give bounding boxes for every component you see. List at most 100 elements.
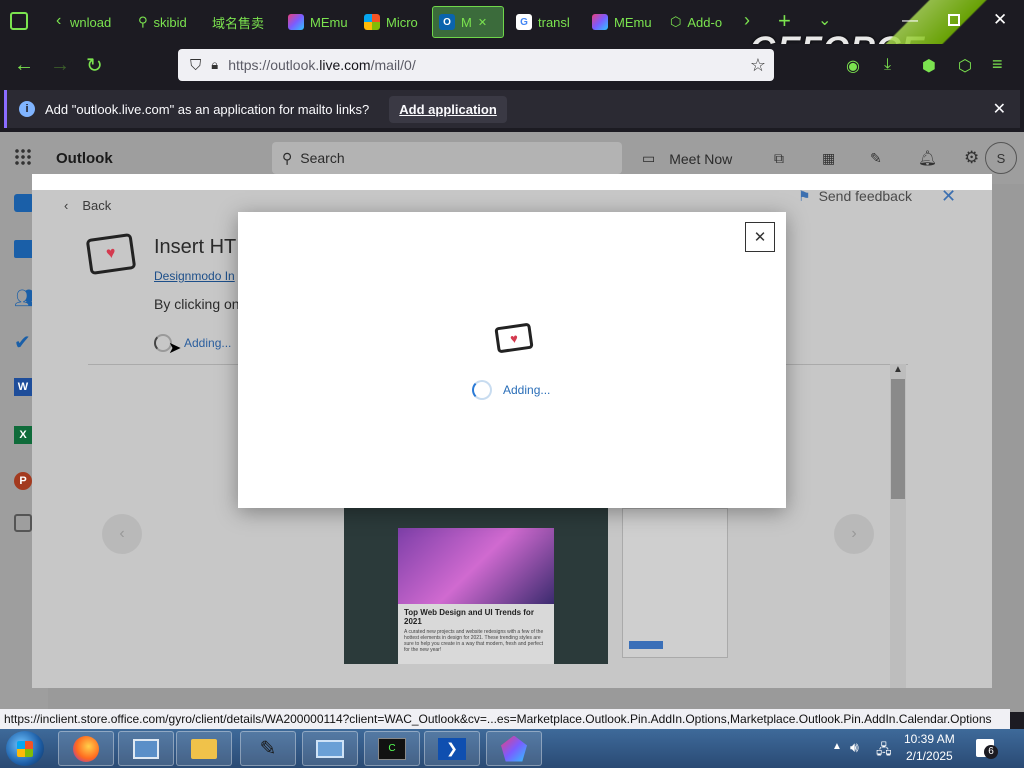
info-icon: i	[19, 101, 35, 117]
bell-icon[interactable]: 🔔︎	[918, 149, 937, 167]
excel-app-icon[interactable]: X	[14, 426, 32, 444]
menu-icon[interactable]: ≡	[992, 54, 1003, 75]
bookmark-star-icon[interactable]: ☆	[750, 55, 766, 76]
google-icon: G	[516, 14, 532, 30]
todo-icon[interactable]: ✔	[14, 330, 31, 355]
firefox-icon	[73, 735, 99, 762]
taskbar-terminal[interactable]: C	[364, 731, 420, 766]
mail-icon[interactable]	[14, 194, 34, 212]
adding-status-text: Adding...	[184, 336, 232, 350]
powerpoint-icon[interactable]: P	[14, 472, 32, 490]
addin-title: Insert HTI	[154, 236, 242, 258]
back-button[interactable]: ‹ Back	[64, 198, 111, 213]
network-icon[interactable]: 🖧	[876, 739, 892, 763]
modal-adding-text: Adding...	[503, 383, 551, 397]
avatar[interactable]: S	[985, 142, 1017, 174]
publisher-link[interactable]: Designmodo In	[154, 269, 235, 283]
app-launcher-icon[interactable]	[14, 148, 32, 166]
taskbar-memu[interactable]	[486, 731, 542, 766]
close-window-button[interactable]: ✕	[993, 10, 1007, 30]
feedback-icon: ⚑	[798, 188, 811, 204]
taskbar-firefox[interactable]	[58, 731, 114, 766]
scrollbar-track[interactable]: ▲	[890, 364, 906, 688]
reload-icon[interactable]: ↻	[86, 53, 103, 78]
chevron-left-icon[interactable]: ‹	[56, 12, 61, 30]
consent-text: By clicking on	[154, 296, 240, 312]
taskbar-window-app[interactable]	[302, 731, 358, 766]
browser-tab-bar: ‹ wnload ⚲ skibid 域名售卖 MEmu Micro O M ✕ …	[0, 0, 1024, 88]
more-apps-icon[interactable]	[14, 514, 32, 532]
preview-image	[398, 528, 554, 604]
adding-modal-dialog: ✕ ♥ Adding...	[238, 212, 786, 508]
chevron-left-icon: ‹	[64, 198, 69, 213]
minimize-button[interactable]: —	[902, 12, 918, 30]
windows-taskbar: ✎ C ❯ ▲ 🔊︎ 🖧 10:39 AM 2/1/2025 6	[0, 729, 1024, 768]
show-hidden-icons-icon[interactable]: ▲	[832, 741, 842, 752]
shield-icon[interactable]: ⛉	[190, 57, 201, 74]
clock-date[interactable]: 2/1/2025	[906, 749, 953, 763]
tab-memu-1[interactable]: MEmu	[282, 6, 348, 38]
close-notification-icon[interactable]: ✕	[993, 99, 1006, 119]
search-box[interactable]: ⚲ Search	[272, 142, 622, 174]
volume-icon[interactable]: 🔊︎	[850, 739, 859, 756]
calendar-icon[interactable]	[14, 240, 34, 258]
extension-icon[interactable]: ⬢	[922, 56, 936, 76]
back-arrow-icon[interactable]: ←	[14, 54, 34, 77]
taskbar-computer[interactable]	[118, 731, 174, 766]
preview-body: A curated new projects and website redes…	[404, 629, 544, 653]
taskbar-explorer[interactable]	[176, 731, 232, 766]
windows-logo-icon	[17, 740, 33, 757]
adding-spinner-icon	[472, 380, 492, 400]
taskbar-pen-app[interactable]: ✎	[240, 731, 296, 766]
word-icon[interactable]: W	[14, 378, 32, 396]
teams-icon[interactable]: ⧉	[774, 150, 784, 167]
meet-now-button[interactable]: ▭ Meet Now	[642, 150, 732, 167]
add-application-button[interactable]: Add application	[389, 95, 507, 123]
tab-overview-icon[interactable]	[10, 12, 28, 30]
maximize-button[interactable]	[948, 14, 960, 26]
forward-arrow-icon[interactable]: →	[50, 54, 70, 77]
tab-close-icon[interactable]: ✕	[478, 16, 487, 29]
tab-memu-2[interactable]: MEmu	[586, 6, 652, 38]
link-status-bar: https://inclient.store.office.com/gyro/c…	[0, 709, 1010, 729]
tab-addons[interactable]: ⬡ Add-o	[664, 6, 736, 38]
start-button[interactable]	[6, 731, 44, 766]
carousel-next-button[interactable]: ›	[834, 514, 874, 554]
taskbar-powershell[interactable]: ❯	[424, 731, 480, 766]
preview-card: Top Web Design and UI Trends for 2021 A …	[398, 604, 554, 664]
tab-download[interactable]: wnload	[64, 6, 124, 38]
send-feedback-button[interactable]: ⚑ Send feedback	[798, 188, 912, 205]
account-icon[interactable]: ◉	[846, 56, 860, 76]
chevron-right-icon[interactable]: ›	[744, 10, 750, 31]
search-icon: ⚲	[138, 14, 148, 29]
tab-skibid[interactable]: ⚲ skibid	[132, 6, 198, 38]
clock-time[interactable]: 10:39 AM	[904, 732, 955, 746]
settings-gear-icon[interactable]: ⚙	[964, 148, 979, 168]
extensions-icon[interactable]: ⬡	[958, 56, 972, 76]
video-icon: ▭	[642, 150, 656, 166]
scrollbar-thumb[interactable]	[891, 379, 905, 499]
scrollbar-up-arrow-icon[interactable]: ▲	[890, 364, 906, 375]
preview-code-button	[629, 641, 663, 649]
preview-screenshot: Top Web Design and UI Trends for 2021 A …	[344, 508, 608, 664]
download-icon[interactable]: ⤓	[884, 56, 891, 74]
mouse-cursor-icon: ➤	[168, 340, 182, 357]
lock-icon[interactable]: 🔒︎	[211, 57, 218, 73]
tab-microsoft[interactable]: Micro	[358, 6, 424, 38]
preview-heading: Top Web Design and UI Trends for 2021	[404, 608, 534, 626]
tab-outlook-active[interactable]: O M ✕	[432, 6, 504, 38]
search-icon: ⚲	[282, 149, 293, 166]
addin-logo-icon: ♥	[85, 232, 137, 276]
tab-domain[interactable]: 域名售卖	[206, 6, 276, 38]
pen-icon: ✎	[259, 738, 277, 760]
excel-icon[interactable]: ▦	[822, 150, 835, 167]
carousel-prev-button[interactable]: ‹	[102, 514, 142, 554]
tab-translate[interactable]: G transl	[510, 6, 580, 38]
close-modal-button[interactable]: ✕	[745, 222, 775, 252]
url-bar[interactable]: ⛉ 🔒︎ https://outlook.live.com/mail/0/ ☆	[178, 49, 774, 81]
notification-text: Add "outlook.live.com" as an application…	[45, 101, 370, 117]
notes-icon[interactable]: ✎	[870, 150, 882, 167]
panel-top-strip	[32, 174, 992, 190]
chevron-down-icon[interactable]: ⌄	[818, 10, 831, 30]
outlook-title[interactable]: Outlook	[56, 150, 113, 167]
